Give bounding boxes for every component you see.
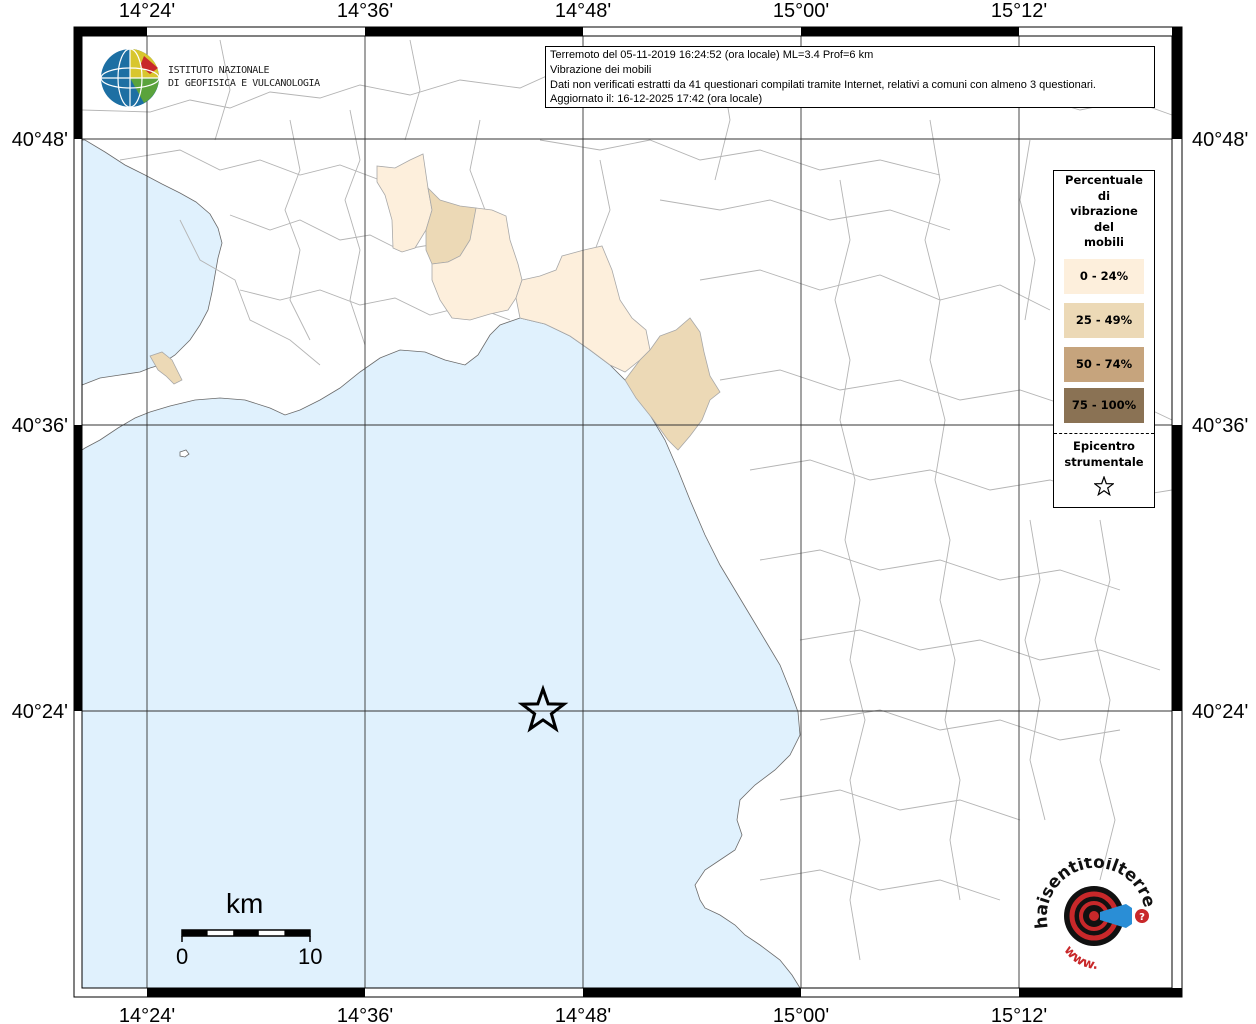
lat-labels-left: 40°48' 40°36' 40°24' xyxy=(12,129,68,723)
lon-label: 14°36' xyxy=(337,1005,393,1024)
ingv-line-2: DI GEOFISICA E VULCANOLOGIA xyxy=(168,78,320,89)
lat-label: 40°48' xyxy=(1192,129,1248,151)
lat-label: 40°48' xyxy=(12,129,68,151)
ingv-line-1: ISTITUTO NAZIONALE xyxy=(168,65,270,76)
legend-class-1: 0 - 24% xyxy=(1064,258,1144,294)
globe-icon xyxy=(100,48,160,108)
legend-star-icon xyxy=(1092,474,1116,496)
event-info-box: Terremoto del 05-11-2019 16:24:52 (ora l… xyxy=(545,46,1155,108)
lat-label: 40°24' xyxy=(12,701,68,723)
legend-title-line: vibrazione xyxy=(1070,204,1138,218)
update-time: Aggiornato il: 16-12-2025 17:42 (ora loc… xyxy=(550,93,763,106)
legend-title-line: Percentuale xyxy=(1065,173,1143,187)
legend-title-line: del xyxy=(1094,219,1114,234)
lon-label: 15°00' xyxy=(773,0,829,22)
legend-title: Percentuale di vibrazione del mobili xyxy=(1054,173,1154,251)
lon-label: 14°24' xyxy=(119,0,175,22)
legend-class-4: 75 - 100% xyxy=(1064,387,1144,423)
badge-bottom-text: www. xyxy=(1061,943,1099,973)
lon-label: 14°36' xyxy=(337,0,393,22)
map-subject: Vibrazione dei mobili xyxy=(550,63,652,76)
lat-label: 40°36' xyxy=(12,415,68,437)
lon-label: 14°48' xyxy=(555,0,611,22)
lat-label: 40°24' xyxy=(1192,701,1248,723)
lon-labels-top: 14°24' 14°36' 14°48' 15°00' 15°12' xyxy=(119,0,1047,22)
legend-title-line: di xyxy=(1097,188,1111,203)
data-note: Dati non verificati estratti da 41 quest… xyxy=(550,78,1096,91)
svg-text:?: ? xyxy=(1139,912,1145,923)
svg-text:www.: www. xyxy=(1061,943,1099,973)
lat-label: 40°36' xyxy=(1192,415,1248,437)
hai-sentito-badge: haisentitoilterremoto.it www. ? xyxy=(1025,843,1164,982)
legend-class-2: 25 - 49% xyxy=(1064,302,1144,338)
lon-labels-bottom: 14°24' 14°36' 14°48' 15°00' 15°12' xyxy=(119,1005,1047,1024)
legend-epicenter: Epicentro strumentale xyxy=(1054,438,1154,470)
lon-label: 14°48' xyxy=(555,1005,611,1024)
legend-epicenter-line: Epicentro xyxy=(1073,438,1135,453)
legend-title-line: mobili xyxy=(1084,235,1124,249)
scale-unit: km xyxy=(226,888,264,919)
legend: Percentuale di vibrazione del mobili 0 -… xyxy=(1053,170,1155,508)
legend-class-3: 50 - 74% xyxy=(1064,346,1144,382)
scale-max: 10 xyxy=(298,944,323,969)
hai-sentito-logo: haisentitoilterremoto.it www. ? xyxy=(1025,843,1159,973)
ingv-wordmark: ISTITUTO NAZIONALE DI GEOFISICA E VULCAN… xyxy=(168,64,320,90)
legend-epicenter-line: strumentale xyxy=(1064,454,1144,469)
event-line: Terremoto del 05-11-2019 16:24:52 (ora l… xyxy=(550,49,874,61)
lon-label: 15°00' xyxy=(773,1005,829,1024)
lon-label: 14°24' xyxy=(119,1005,175,1024)
lon-label: 15°12' xyxy=(991,0,1047,22)
lat-labels-right: 40°48' 40°36' 40°24' xyxy=(1192,129,1248,723)
scale-min: 0 xyxy=(176,944,189,969)
legend-divider xyxy=(1054,432,1154,434)
lon-label: 15°12' xyxy=(991,1005,1047,1024)
ingv-logo xyxy=(100,48,164,114)
